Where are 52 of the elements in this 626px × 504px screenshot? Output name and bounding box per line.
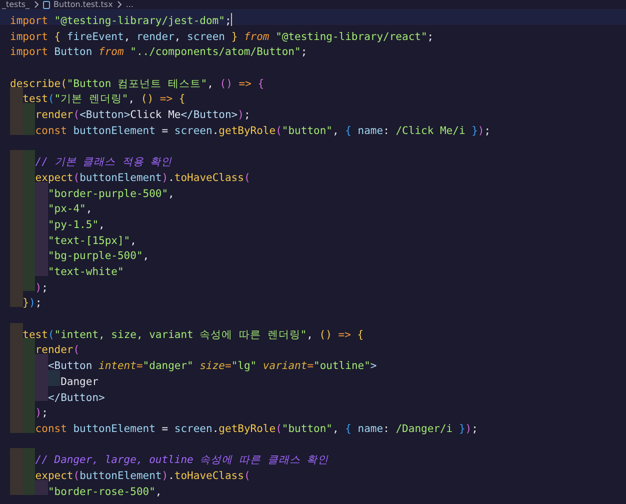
code-line: "border-purple-500",	[48, 186, 174, 202]
code-line: );	[35, 280, 48, 296]
indent-guide	[22, 448, 36, 464]
code-line: const buttonElement = screen.getByRole("button", { name: /Click Me/i });	[35, 124, 491, 139]
indent-guide	[10, 448, 23, 464]
code-line: import Button from "../components/atom/Button";	[10, 45, 308, 60]
code-line: test("intent, size, variant 속성에 따른 렌더링", () => {	[22, 328, 364, 343]
code-line: // 기본 클래스 적용 확인	[35, 155, 172, 170]
indent-guide	[35, 182, 48, 198]
code-line: const buttonElement = screen.getByRole("button", { name: /Danger/i });	[35, 422, 478, 437]
file-icon	[42, 0, 50, 8]
code-line: import { fireEvent, render, screen } from "@testing-library/react";	[10, 30, 434, 45]
code-line: render(<Button>Click Me</Button>);	[35, 108, 250, 124]
breadcrumb-item[interactable]: _tests_	[2, 0, 30, 9]
code-line: "text-white"	[48, 265, 124, 280]
indent-guide	[10, 480, 23, 496]
code-line: import "@testing-library/jest-dom";	[10, 14, 232, 29]
code-line: // Danger, large, outline 속성에 따른 클래스 확인	[35, 453, 329, 468]
indent-guide	[35, 386, 48, 402]
indent-guide	[10, 416, 23, 433]
indent-guide	[10, 291, 23, 308]
breadcrumb-item[interactable]: Button.test.tsx	[54, 0, 113, 9]
code-line: describe("Button 컴포넌트 테스트", () => {	[10, 76, 264, 92]
code-line: Danger	[60, 374, 99, 390]
indent-guide	[10, 150, 23, 166]
code-line: render(	[35, 343, 80, 358]
indent-guide	[10, 87, 23, 104]
indent-guide	[22, 150, 36, 166]
code-line: "py-1.5",	[48, 218, 105, 233]
code-line: "text-[15px]",	[48, 234, 136, 249]
code-line: "px-4",	[48, 202, 92, 218]
code-line: <Button intent="danger" size="lg" variant="outline">	[48, 359, 377, 374]
indent-guide	[22, 338, 36, 354]
code-line: test("기본 렌더링", () => {	[22, 92, 186, 108]
indent-guide	[10, 322, 23, 338]
indent-guide	[35, 260, 48, 276]
code-line: expect(buttonElement).toHaveClass(	[35, 468, 250, 484]
code-line: </Button>	[48, 390, 105, 406]
code-line: );	[35, 406, 48, 422]
indent-guide	[35, 480, 48, 496]
indent-guide	[10, 118, 23, 134]
code-line: });	[22, 296, 42, 312]
text-cursor	[231, 13, 232, 26]
indent-guide	[48, 370, 60, 386]
code-line: "bg-purple-500",	[48, 249, 150, 264]
chevron-icon	[34, 1, 39, 8]
indent-guide	[22, 103, 36, 119]
code-line: expect(buttonElement).toHaveClass(	[35, 170, 250, 186]
breadcrumb-item[interactable]: ...	[126, 0, 134, 9]
indent-guide	[35, 354, 48, 370]
code-line: "border-rose-500",	[48, 484, 162, 500]
chevron-icon	[116, 1, 122, 8]
